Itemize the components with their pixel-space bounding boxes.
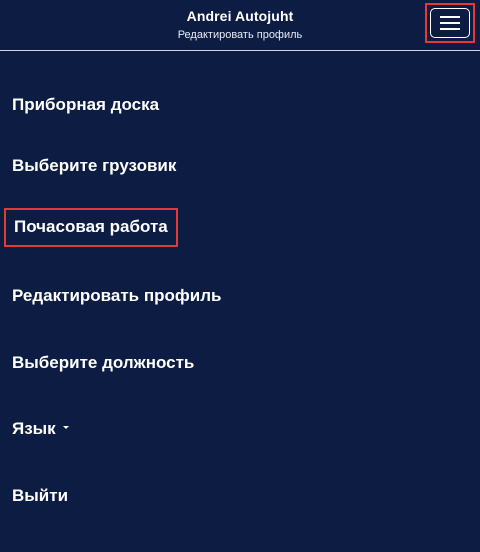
nav-item-select-truck[interactable]: Выберите грузовик	[12, 156, 176, 176]
hamburger-line	[440, 16, 460, 18]
nav-item-hourly-work[interactable]: Почасовая работа	[4, 208, 178, 247]
caret-down-icon	[62, 426, 69, 430]
language-label: Язык	[12, 419, 56, 438]
hamburger-line	[440, 22, 460, 24]
page-subtitle: Редактировать профиль	[177, 29, 303, 41]
user-name: Andrei Autojuht	[186, 8, 294, 24]
hamburger-line	[440, 28, 460, 30]
nav-item-dashboard[interactable]: Приборная доска	[12, 95, 159, 115]
menu-toggle-button[interactable]	[425, 3, 475, 43]
hamburger-menu-icon	[430, 8, 470, 38]
top-navbar: Andrei Autojuht Редактировать профиль	[0, 0, 480, 51]
nav-item-logout[interactable]: Выйти	[12, 486, 68, 506]
nav-item-language[interactable]: Язык	[12, 419, 69, 439]
nav-item-select-position[interactable]: Выберите должность	[12, 353, 194, 373]
nav-item-edit-profile[interactable]: Редактировать профиль	[12, 286, 221, 306]
